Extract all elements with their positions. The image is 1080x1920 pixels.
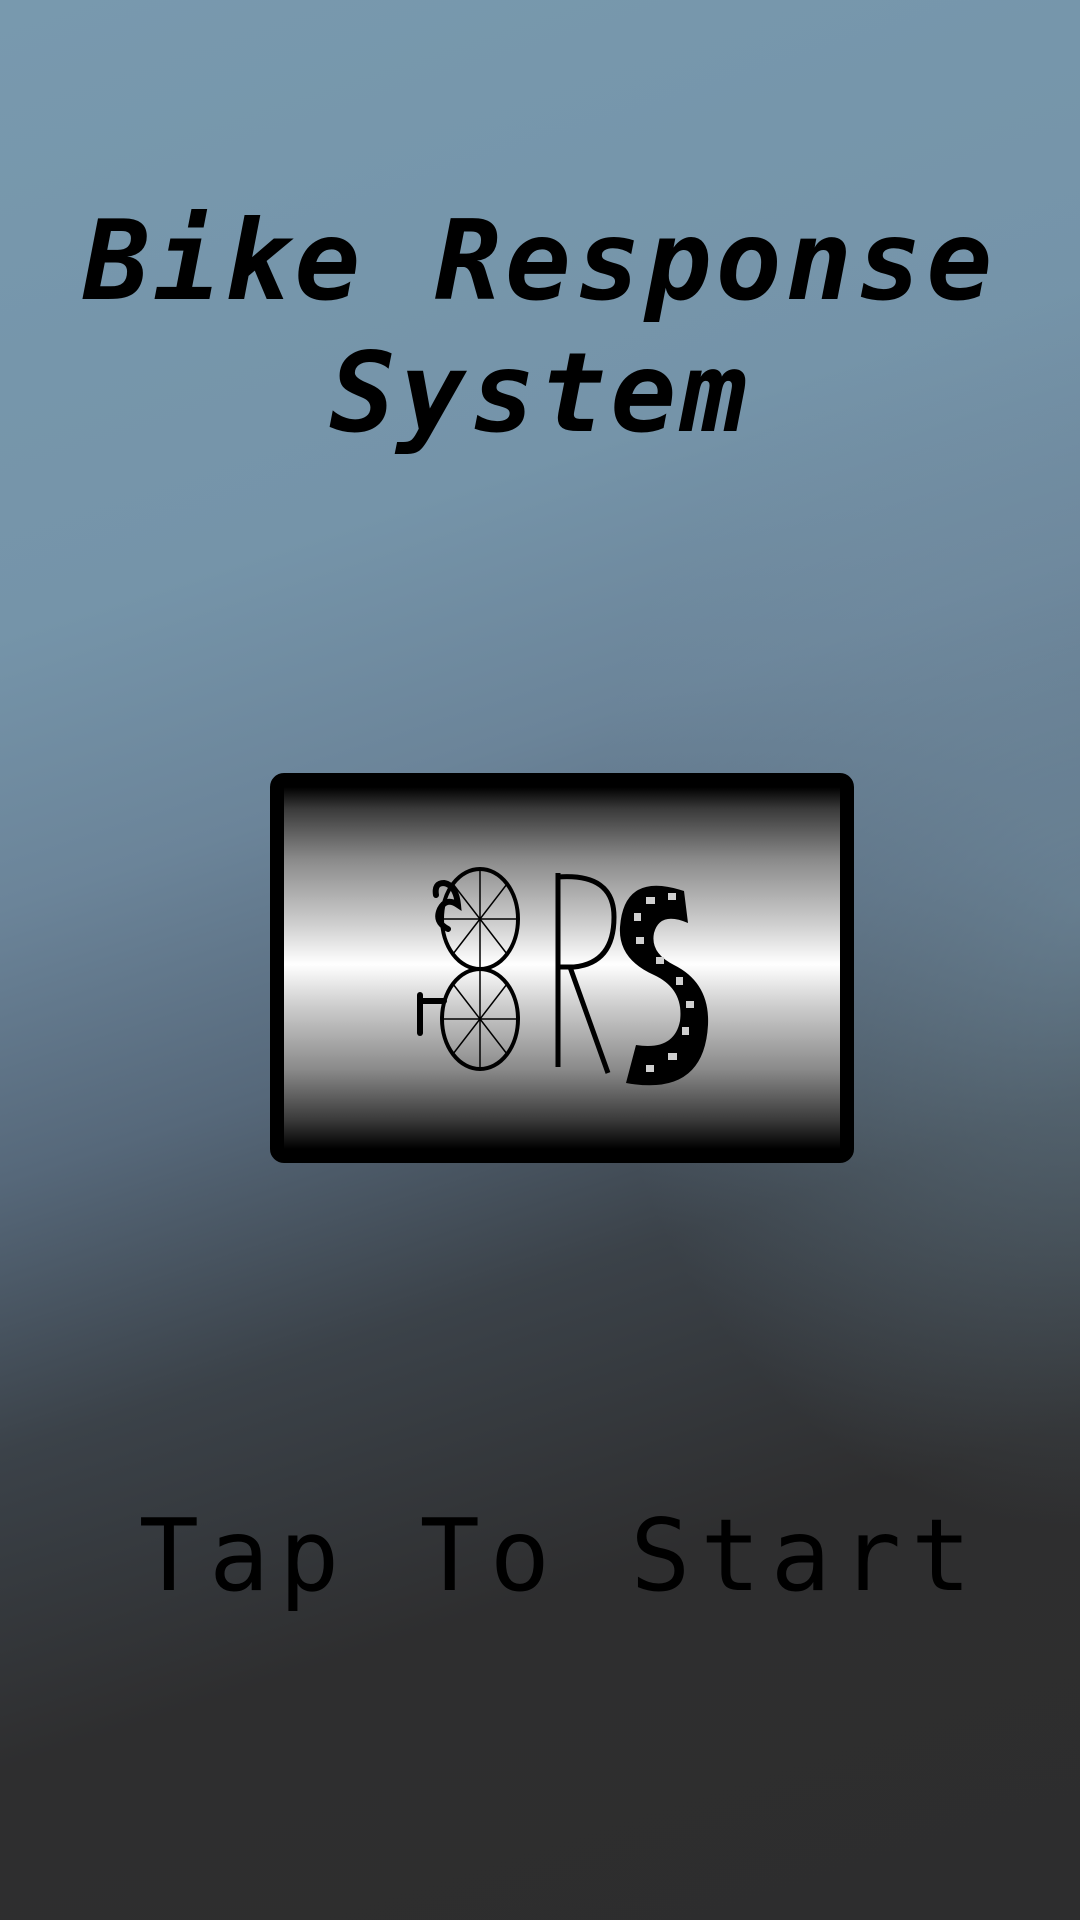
app-title: Bike Response System (0, 195, 1080, 459)
road-s-icon (619, 885, 709, 1086)
brs-logo-icon (417, 867, 709, 1086)
app-title-line-2: System (329, 329, 751, 457)
bike-wheel-bottom-icon (440, 967, 520, 1071)
logo-letter-r-icon (555, 873, 617, 1074)
splash-screen[interactable]: Bike Response System Tap To Start (0, 0, 1080, 1920)
bike-wheel-top-icon (440, 867, 520, 971)
app-title-line-1: Bike Response (83, 197, 997, 325)
bike-frame-icon (417, 879, 462, 1036)
tap-to-start-button[interactable]: Tap To Start (0, 1496, 1080, 1616)
brs-logo-button[interactable] (270, 773, 854, 1163)
